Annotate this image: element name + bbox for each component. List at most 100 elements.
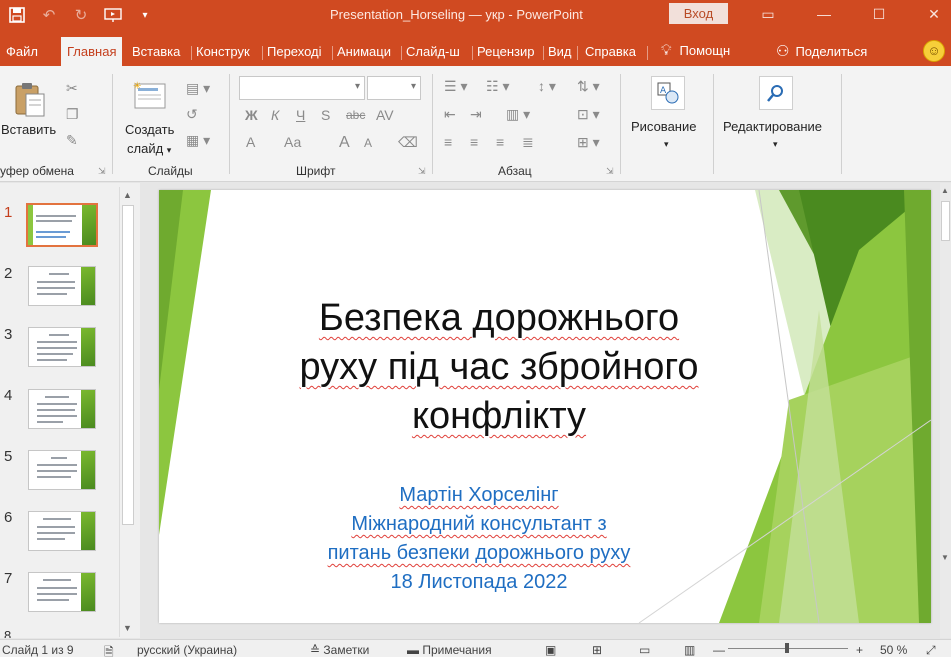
scroll-thumb[interactable] (122, 205, 134, 525)
columns-icon[interactable]: ▥ ▾ (506, 106, 530, 123)
section-icon[interactable]: ▦ ▾ (186, 132, 210, 149)
zoom-level[interactable]: 50 % (880, 643, 907, 657)
ribbon-display-options-icon[interactable]: ▭ (757, 4, 779, 24)
clear-formatting-icon[interactable]: ⌫ (398, 134, 418, 151)
font-name-combo[interactable]: ▾ (239, 76, 365, 100)
scroll-up-icon[interactable]: ▲ (123, 190, 132, 200)
scroll-down-icon[interactable]: ▼ (123, 623, 132, 633)
minimize-icon[interactable]: — (813, 4, 835, 24)
redo-icon[interactable]: ↻ (70, 4, 92, 26)
layout-icon[interactable]: ▤ ▾ (186, 80, 210, 97)
tab-help[interactable]: Справка (582, 40, 639, 66)
language-indicator[interactable]: русский (Украина) (137, 643, 237, 657)
close-icon[interactable]: ✕ (923, 4, 945, 24)
undo-icon[interactable]: ↶ (38, 4, 60, 26)
drawing-button[interactable]: Рисование (631, 119, 696, 134)
zoom-out-icon[interactable]: — (713, 643, 725, 657)
underline-button[interactable]: Ч (296, 107, 305, 123)
spellcheck-icon[interactable]: 🗎︎ (104, 643, 114, 657)
paragraph-launcher-icon[interactable]: ⇲ (606, 166, 614, 177)
paste-button[interactable]: Вставить (1, 122, 56, 137)
slide-thumbnail-6[interactable] (28, 511, 96, 551)
notes-button[interactable]: ≙ Заметки (310, 643, 369, 657)
slide-thumbnail-2[interactable] (28, 266, 96, 306)
font-launcher-icon[interactable]: ⇲ (418, 166, 426, 177)
reading-view-icon[interactable]: ▭ (639, 643, 650, 657)
find-icon[interactable] (759, 76, 793, 110)
thumbnails-scrollbar[interactable]: ▲ ▼ (119, 187, 136, 637)
slideshow-view-icon[interactable]: ▥ (684, 643, 695, 657)
smartart-icon[interactable]: ⊞ ▾ (577, 134, 600, 151)
line-spacing-icon[interactable]: ↕ ▾ (538, 78, 556, 95)
save-icon[interactable] (6, 4, 28, 26)
tab-file[interactable]: Файл (3, 40, 41, 66)
tab-insert[interactable]: Вставка (129, 40, 189, 66)
cut-icon[interactable]: ✂ (66, 80, 78, 97)
slide-sorter-icon[interactable]: ⊞ (592, 643, 602, 657)
bullets-icon[interactable]: ☰ ▾ (444, 78, 467, 95)
tab-slideshow[interactable]: Слайд-ш (403, 40, 469, 66)
shapes-icon[interactable]: A (651, 76, 685, 110)
font-size-combo[interactable]: ▾ (367, 76, 421, 100)
char-spacing-button[interactable]: AV (376, 107, 394, 123)
feedback-smiley-icon[interactable]: ☺ (923, 40, 945, 62)
share-button[interactable]: ⚇ Поделиться (776, 42, 867, 60)
align-center-icon[interactable]: ≡ (470, 134, 478, 150)
drawing-dropdown-icon[interactable]: ▾ (664, 139, 669, 150)
decrease-indent-icon[interactable]: ⇤ (444, 106, 456, 123)
increase-indent-icon[interactable]: ⇥ (470, 106, 482, 123)
slide-thumbnail-1[interactable] (26, 203, 98, 247)
format-painter-icon[interactable]: ✎ (66, 132, 78, 149)
grow-font-button[interactable]: A (339, 134, 350, 152)
copy-icon[interactable]: ❐ (66, 106, 79, 123)
editing-dropdown-icon[interactable]: ▾ (773, 139, 778, 150)
sign-in-button[interactable]: Вход (669, 3, 728, 24)
fit-to-window-icon[interactable]: ⤢ (926, 643, 936, 657)
tell-me-box[interactable]: 💡︎ Помощн (661, 42, 730, 59)
comments-button[interactable]: ▬ Примечания (407, 643, 492, 657)
shrink-font-button[interactable]: A (364, 136, 372, 150)
new-slide-label-1[interactable]: Создать (125, 122, 174, 137)
align-text-icon[interactable]: ⊡ ▾ (577, 106, 600, 123)
text-direction-icon[interactable]: ⇅ ▾ (577, 78, 600, 95)
shadow-button[interactable]: S (321, 107, 330, 123)
numbering-icon[interactable]: ☷ ▾ (486, 78, 509, 95)
editor-scroll-down-icon[interactable]: ▼ (941, 553, 949, 562)
current-slide[interactable]: Безпека дорожнього руху під час збройног… (159, 190, 931, 623)
tab-transitions[interactable]: Переході (264, 40, 329, 66)
editor-scroll-up-icon[interactable]: ▲ (941, 186, 949, 195)
maximize-icon[interactable]: ☐ (868, 4, 890, 24)
new-slide-button[interactable]: слайд ▾ (127, 141, 171, 156)
tab-animations[interactable]: Анимаци (334, 40, 398, 66)
tab-view[interactable]: Вид (545, 40, 575, 66)
zoom-in-icon[interactable]: + (856, 643, 863, 657)
slide-thumbnail-5[interactable] (28, 450, 96, 490)
font-color-button[interactable]: A (246, 134, 255, 150)
tab-design[interactable]: Конструк (193, 40, 255, 66)
slide-thumbnail-4[interactable] (28, 389, 96, 429)
editing-button[interactable]: Редактирование (723, 119, 822, 134)
align-right-icon[interactable]: ≡ (496, 134, 504, 150)
slide-subtitle[interactable]: Мартін Хорселінг Міжнародний консультант… (289, 481, 669, 597)
normal-view-icon[interactable]: ▣ (545, 643, 556, 657)
slide-thumbnail-7[interactable] (28, 572, 96, 612)
clipboard-launcher-icon[interactable]: ⇲ (98, 166, 106, 177)
change-case-button[interactable]: Аа (284, 134, 301, 150)
strikethrough-button[interactable]: abc (346, 108, 365, 122)
slide-title[interactable]: Безпека дорожнього руху під час збройног… (259, 294, 739, 441)
present-from-start-icon[interactable] (102, 4, 124, 26)
slide-thumbnail-3[interactable] (28, 327, 96, 367)
italic-button[interactable]: К (271, 107, 279, 123)
editor-scroll-thumb[interactable] (941, 201, 950, 241)
justify-icon[interactable]: ≣ (522, 134, 534, 151)
tab-review[interactable]: Рецензир (474, 40, 540, 66)
zoom-slider-thumb[interactable] (785, 643, 789, 653)
editor-scrollbar[interactable]: ▲ ▼ (940, 183, 951, 638)
paste-icon[interactable] (12, 80, 46, 118)
tab-home[interactable]: Главная (61, 37, 123, 66)
align-left-icon[interactable]: ≡ (444, 134, 452, 150)
customize-qat-icon[interactable]: ▾ (134, 4, 156, 26)
new-slide-icon[interactable]: ✳ (133, 80, 169, 113)
reset-icon[interactable]: ↺ (186, 106, 198, 123)
bold-button[interactable]: Ж (245, 107, 258, 123)
